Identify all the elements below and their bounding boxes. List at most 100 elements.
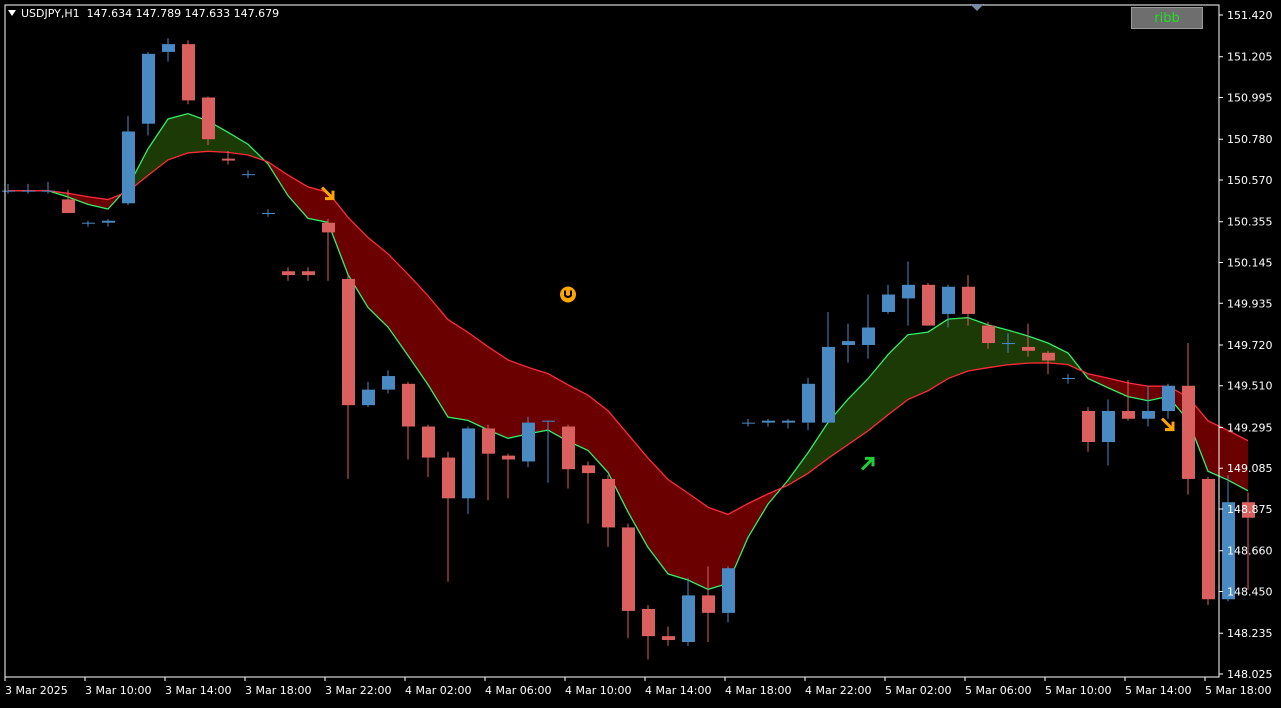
y-tick-label: 151.205	[1227, 51, 1273, 64]
ribbon-segment	[408, 274, 428, 385]
candle-body	[1162, 385, 1175, 411]
y-tick-label: 150.355	[1227, 216, 1273, 229]
candle-body	[722, 568, 735, 613]
price-chart[interactable]: 151.420 151.205 150.995 150.780 150.570 150.3…	[0, 0, 1281, 708]
candle-body	[742, 422, 755, 424]
candle-body	[602, 478, 615, 528]
candle-body	[442, 457, 455, 499]
ribbon-segment	[468, 332, 488, 430]
candle-body	[462, 428, 475, 499]
candle-body	[142, 53, 155, 124]
candle-body	[202, 97, 215, 140]
y-tick-label: 148.660	[1227, 545, 1273, 558]
ribbon-segment	[748, 493, 768, 538]
y-tick-label: 150.780	[1227, 133, 1273, 146]
ribbon-segment	[948, 317, 968, 379]
dropdown-triangle-icon[interactable]	[8, 10, 16, 16]
y-tick-label: 151.420	[1227, 9, 1273, 22]
ohlc-values: 147.634 147.789 147.633 147.679	[86, 7, 280, 20]
candle-body	[522, 422, 535, 462]
sell-arrow-icon	[1160, 417, 1175, 432]
candle-body	[362, 389, 375, 406]
candle-body	[42, 190, 55, 192]
candle-body	[1022, 346, 1035, 351]
candle-body	[542, 420, 555, 422]
candle-body	[982, 325, 995, 344]
ribbon-segment	[668, 479, 688, 581]
y-tick-label: 148.235	[1227, 627, 1273, 640]
candle-body	[262, 212, 275, 214]
candle-body	[922, 284, 935, 326]
ribbon-segment	[168, 113, 188, 160]
x-tick-label: 4 Mar 10:00	[565, 684, 631, 697]
axes: 151.420 151.205 150.995 150.780 150.570 150.3…	[4, 4, 1273, 697]
candle-body	[422, 426, 435, 458]
x-tick-label: 4 Mar 14:00	[645, 684, 711, 697]
candle-body	[1002, 343, 1015, 345]
candle-body	[902, 284, 915, 299]
candle-body	[302, 271, 315, 276]
candle-body	[82, 222, 95, 224]
candle-body	[122, 131, 135, 204]
hold-signal-icon	[560, 286, 576, 303]
candle-body	[222, 158, 235, 161]
x-tick-label: 5 Mar 06:00	[965, 684, 1031, 697]
y-tick-label: 150.145	[1227, 256, 1273, 269]
symbol-label: USDJPY,H1	[21, 7, 80, 20]
ribbon-segment	[228, 132, 248, 155]
candle-body	[102, 220, 115, 223]
candle-body	[242, 174, 255, 176]
ribbon-segment	[448, 319, 468, 421]
candle-body	[182, 44, 195, 101]
x-tick-label: 4 Mar 06:00	[485, 684, 551, 697]
ribbon-segment	[688, 493, 708, 590]
candle-body	[762, 420, 775, 423]
candle-body	[862, 327, 875, 345]
candle-body	[402, 383, 415, 427]
y-tick-label: 149.510	[1227, 380, 1273, 393]
candle-body	[1062, 377, 1075, 379]
candle-body	[662, 636, 675, 641]
chart-header: USDJPY,H1 147.634 147.789 147.633 147.67…	[8, 7, 279, 20]
candle-body	[1122, 410, 1135, 419]
candle-body	[682, 595, 695, 642]
candle-body	[1102, 410, 1115, 443]
candle-body	[1042, 352, 1055, 361]
x-tick-label: 4 Mar 22:00	[805, 684, 871, 697]
x-tick-label: 5 Mar 02:00	[885, 684, 951, 697]
y-tick-label: 149.720	[1227, 339, 1273, 352]
candle-body	[22, 190, 35, 192]
candle-body	[1202, 478, 1215, 600]
candle-body	[622, 527, 635, 611]
candle-body	[962, 286, 975, 314]
candle-body	[2, 190, 15, 192]
y-tick-label: 149.935	[1227, 297, 1273, 310]
candle-body	[342, 278, 355, 406]
y-tick-label: 149.085	[1227, 462, 1273, 475]
ribbon-segment	[908, 332, 928, 400]
y-tick-label: 149.295	[1227, 421, 1273, 434]
x-tick-label: 3 Mar 18:00	[245, 684, 311, 697]
x-tick-label: 3 Mar 14:00	[165, 684, 231, 697]
candle-body	[882, 294, 895, 312]
candle-body	[62, 199, 75, 213]
y-tick-label: 148.875	[1227, 503, 1273, 516]
x-tick-label: 4 Mar 02:00	[405, 684, 471, 697]
candle-body	[502, 455, 515, 460]
candle-body	[642, 608, 655, 637]
x-tick-label: 5 Mar 10:00	[1045, 684, 1111, 697]
y-tick-label: 150.995	[1227, 91, 1273, 104]
x-tick-label: 3 Mar 10:00	[85, 684, 151, 697]
candle-body	[322, 222, 335, 233]
candle-body	[1082, 410, 1095, 443]
ribbon-toggle-button[interactable]: ribb	[1131, 7, 1203, 29]
candle-body	[482, 428, 495, 454]
candle-body	[942, 286, 955, 314]
candle-body	[822, 346, 835, 423]
x-tick-label: 3 Mar 22:00	[325, 684, 391, 697]
x-tick-label: 5 Mar 14:00	[1125, 684, 1191, 697]
ribbon-segment	[1208, 420, 1228, 481]
scroll-marker-icon[interactable]	[970, 4, 984, 11]
x-tick-label: 3 Mar 2025	[5, 684, 68, 697]
candle-body	[1142, 410, 1155, 419]
